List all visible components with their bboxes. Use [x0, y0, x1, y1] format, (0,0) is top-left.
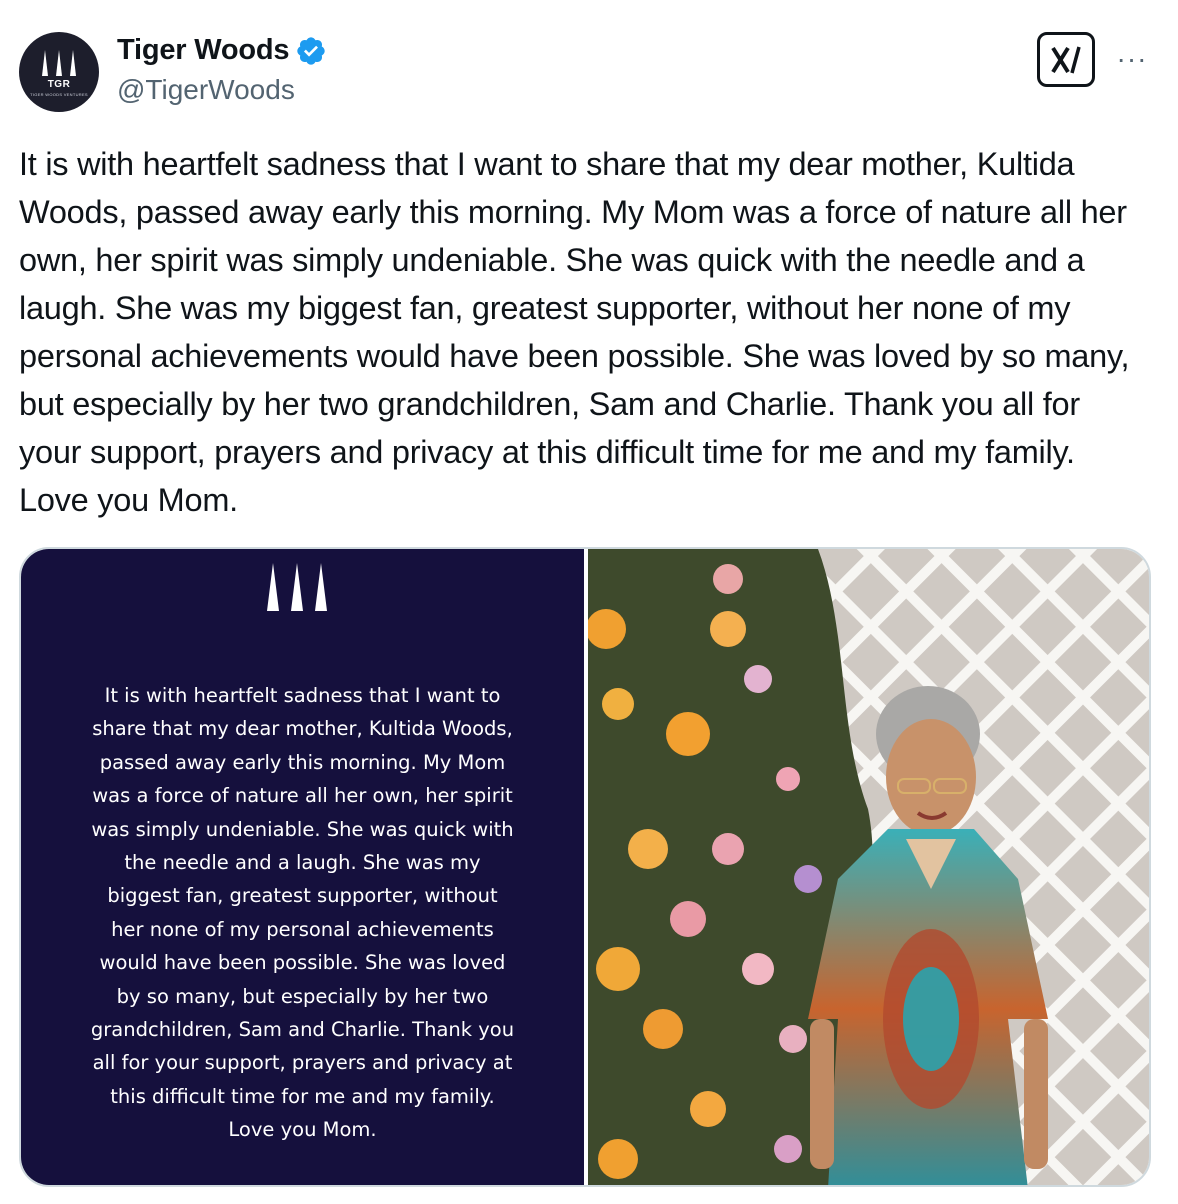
avatar-logo-text: TGR [47, 79, 71, 90]
grok-icon [1051, 46, 1081, 73]
display-name[interactable]: Tiger Woods [117, 34, 290, 67]
grok-button[interactable] [1037, 32, 1095, 87]
portrait-photo [588, 549, 1149, 1185]
tgr-logo-icon [267, 563, 327, 611]
author-name-row: Tiger Woods [117, 34, 327, 67]
statement-text: It is with heartfelt sadness that I want… [90, 684, 515, 1142]
avatar-logo-subtext: TIGER WOODS VENTURES [30, 92, 88, 97]
tweet: TGR TIGER WOODS VENTURES Tiger Woods @Ti… [0, 0, 1178, 1204]
author-avatar[interactable]: TGR TIGER WOODS VENTURES [19, 32, 99, 112]
tgr-logo-icon [42, 50, 76, 76]
statement-image[interactable]: It is with heartfelt sadness that I want… [21, 549, 584, 1185]
tweet-text: It is with heartfelt sadness that I want… [19, 146, 1147, 518]
author-handle[interactable]: @TigerWoods [117, 74, 295, 106]
more-options-icon[interactable]: ··· [1112, 43, 1152, 74]
media-grid: It is with heartfelt sadness that I want… [19, 547, 1151, 1187]
verified-badge-icon[interactable] [295, 35, 327, 67]
photo-image[interactable] [588, 549, 1149, 1185]
